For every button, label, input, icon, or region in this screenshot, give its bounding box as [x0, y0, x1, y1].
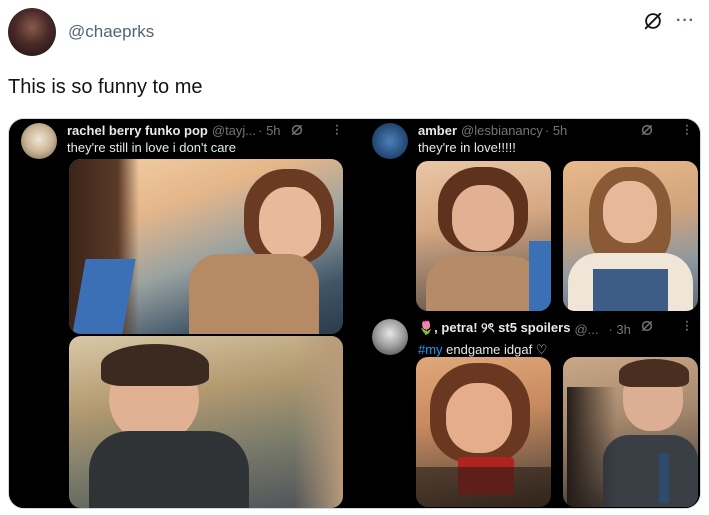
grok-icon [641, 320, 653, 332]
avatar[interactable] [8, 8, 56, 56]
quote-screenshot-1[interactable]: rachel berry funko pop @tayj... · 5h the… [9, 119, 354, 508]
quote-timestamp: · 5h [544, 123, 568, 138]
quote-screenshot-2[interactable]: amber @lesbianancy · 5h they're in love!… [356, 119, 700, 313]
quote-screenshot-3[interactable]: 🌷, petra! ୨ৎ st5 spoilers @... · 3h #my … [356, 315, 700, 508]
quote-username: @tayj... [211, 123, 257, 138]
quote-avatar [21, 123, 57, 159]
more-icon: ··· [680, 124, 694, 136]
author-handle[interactable]: @chaeprks [68, 22, 154, 42]
quote-username: @lesbianancy [461, 123, 543, 138]
quote-text: #my endgame idgaf ♡ [418, 342, 692, 358]
photo-woman-tan-coat [416, 161, 551, 311]
quote-author-name: rachel berry funko pop [67, 123, 208, 138]
photo-man-bottle [563, 357, 698, 507]
grok-icon [291, 124, 303, 136]
photo-woman-smiling [69, 159, 343, 334]
quote-author-name: 🌷, petra! ୨ৎ st5 spoilers [418, 320, 571, 335]
quote-avatar [372, 319, 408, 355]
quote-text: they're still in love i don't care [67, 140, 236, 155]
tweet-text: This is so funny to me [8, 76, 203, 98]
more-icon: ··· [330, 124, 344, 136]
quote-timestamp: · 5h [258, 123, 281, 138]
media-grid[interactable]: rachel berry funko pop @tayj... · 5h the… [8, 118, 701, 509]
top-actions: ··· [642, 10, 695, 32]
quote-avatar [372, 123, 408, 159]
photo-man-smiling [69, 336, 343, 508]
hashtag-link[interactable]: #my [418, 342, 443, 357]
grok-icon[interactable] [642, 10, 664, 32]
quote-timestamp: · 3h [608, 322, 631, 337]
photo-woman-overalls [563, 161, 698, 311]
more-icon: ··· [680, 320, 694, 332]
quote-text-body: endgame idgaf ♡ [442, 342, 548, 357]
more-icon[interactable]: ··· [676, 12, 695, 30]
quote-author-name: amber [418, 123, 458, 138]
quote-username: @... [574, 322, 599, 337]
quote-text: they're in love!!!!! [418, 140, 516, 155]
photo-woman-red-cup [416, 357, 551, 507]
tweet-header: @chaeprks [8, 8, 154, 56]
grok-icon [641, 124, 653, 136]
